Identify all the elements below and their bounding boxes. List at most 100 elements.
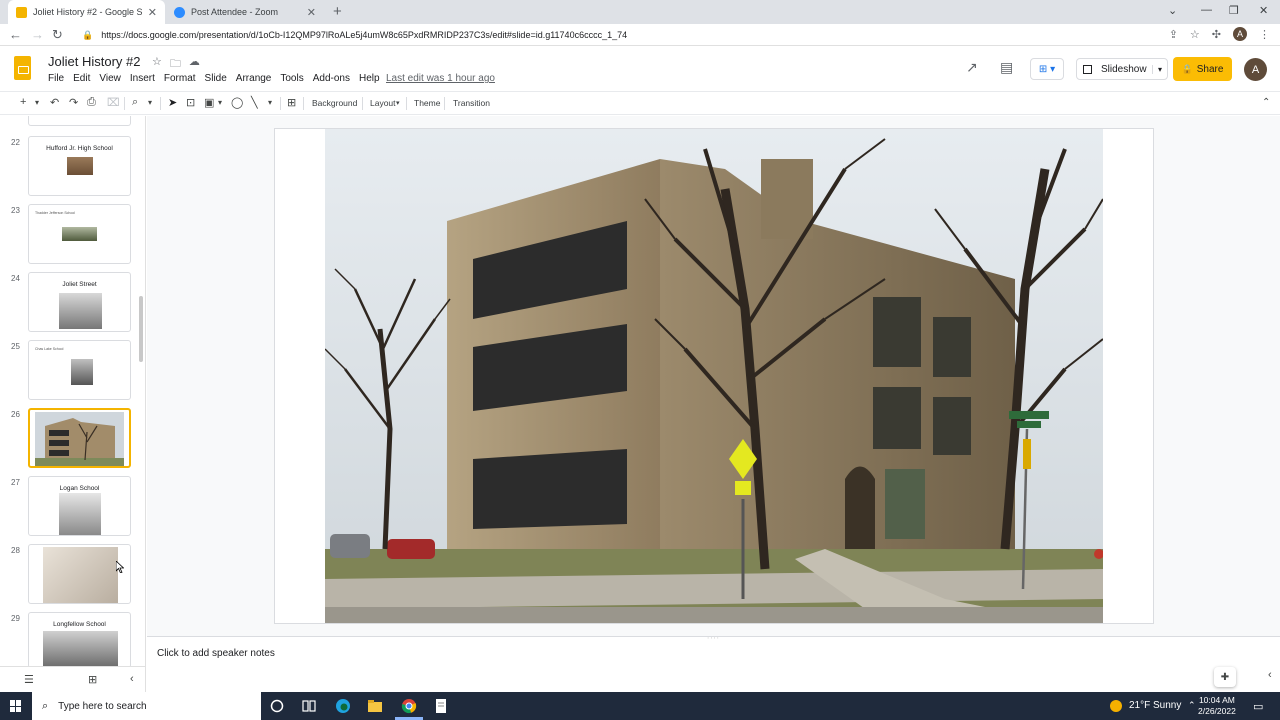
slideshow-dropdown-icon[interactable]: ▾ (1151, 64, 1167, 74)
forward-icon[interactable]: → (31, 27, 44, 42)
line-dropdown-icon[interactable]: ▾ (268, 98, 272, 107)
menu-tools[interactable]: Tools (280, 73, 303, 84)
profile-avatar[interactable]: A (1233, 27, 1247, 41)
slides-logo-icon[interactable] (14, 56, 31, 80)
layout-button[interactable]: Layout (370, 98, 396, 108)
menu-file[interactable]: File (48, 73, 64, 84)
menu-slide[interactable]: Slide (205, 73, 227, 84)
file-explorer-icon[interactable] (367, 698, 383, 714)
zoom-icon[interactable]: ⌕ (132, 96, 138, 109)
grid-view-icon[interactable]: ⊞ (88, 673, 97, 686)
share-page-icon[interactable]: ⇪ (1169, 28, 1178, 41)
browser-tab-zoom[interactable]: Post Attendee - Zoom ✕ (166, 0, 324, 24)
back-icon[interactable]: ← (9, 27, 22, 42)
slide-thumbnail[interactable]: Joliet Street (28, 272, 131, 332)
insert-image-icon[interactable]: ▣ (204, 96, 214, 109)
weather-text[interactable]: 21°F Sunny (1129, 700, 1181, 711)
notepad-icon[interactable] (433, 698, 449, 714)
transition-button[interactable]: Transition (453, 98, 490, 108)
reload-icon[interactable]: ↻ (52, 27, 63, 43)
image-dropdown-icon[interactable]: ▾ (218, 98, 222, 107)
account-avatar[interactable]: A (1244, 58, 1267, 81)
zoom-dropdown-icon[interactable]: ▾ (148, 98, 152, 107)
new-tab-icon[interactable]: + (333, 3, 342, 20)
slide-thumbnail[interactable]: Hufford Jr. High School (28, 136, 131, 196)
current-slide[interactable] (274, 128, 1154, 624)
redo-icon[interactable]: ↷ (69, 96, 78, 109)
task-view-icon[interactable] (301, 698, 317, 714)
slide-thumbnail[interactable]: Logan School (28, 476, 131, 536)
slide-thumbnail[interactable]: Thadder Jefferson School (28, 204, 131, 264)
minimize-icon[interactable]: — (1201, 4, 1212, 16)
comments-icon[interactable]: ▤ (1000, 59, 1013, 76)
cortana-icon[interactable] (269, 698, 285, 714)
notifications-icon[interactable]: ▭ (1253, 700, 1263, 713)
slide-image (59, 293, 102, 329)
speaker-notes-placeholder[interactable]: Click to add speaker notes (157, 648, 275, 659)
chrome-browser-icon[interactable] (401, 698, 417, 714)
select-cursor-icon[interactable]: ➤ (168, 96, 177, 109)
restore-icon[interactable]: ❐ (1229, 4, 1239, 17)
document-title[interactable]: Joliet History #2 (48, 54, 140, 69)
close-tab-icon[interactable]: ✕ (307, 6, 316, 19)
collapse-panel-chevron-icon[interactable]: ‹ (130, 673, 134, 685)
weather-sun-icon[interactable] (1110, 700, 1122, 712)
background-button[interactable]: Background (312, 98, 357, 108)
notes-resize-handle[interactable]: ∙∙∙∙ (707, 633, 720, 642)
text-box-icon[interactable]: ⊡ (186, 96, 195, 109)
share-button[interactable]: 🔒 Share (1173, 57, 1232, 81)
edge-browser-icon[interactable] (335, 698, 351, 714)
slide-thumbnail-selected[interactable] (28, 408, 131, 468)
theme-button[interactable]: Theme (414, 98, 440, 108)
share-label: Share (1196, 63, 1224, 75)
extensions-puzzle-icon[interactable]: ✣ (1212, 28, 1221, 41)
bookmark-star-icon[interactable]: ☆ (1190, 28, 1200, 41)
explore-button-icon[interactable]: ✚ (1214, 667, 1236, 687)
slide-thumbnail-partial[interactable] (28, 116, 131, 126)
filmstrip-view-icon[interactable]: ☰ (24, 673, 34, 686)
taskbar-search-box[interactable]: ⌕ Type here to search (32, 692, 261, 720)
side-panel-chevron-icon[interactable]: ‹ (1268, 669, 1272, 681)
close-window-icon[interactable]: ✕ (1259, 4, 1268, 17)
menu-edit[interactable]: Edit (73, 73, 90, 84)
browser-menu-icon[interactable]: ⋮ (1259, 28, 1270, 41)
menu-addons[interactable]: Add-ons (313, 73, 350, 84)
menu-help[interactable]: Help (359, 73, 380, 84)
menu-format[interactable]: Format (164, 73, 196, 84)
print-icon[interactable]: ⎙ (87, 96, 96, 109)
menu-insert[interactable]: Insert (130, 73, 155, 84)
omnibox[interactable]: 🔒 https://docs.google.com/presentation/d… (74, 26, 1214, 44)
activity-trend-icon[interactable]: ↗ (966, 59, 978, 76)
tray-chevron-icon[interactable]: ⌃ (1188, 700, 1196, 711)
collapse-menus-chevron-icon[interactable]: ⌃ (1262, 97, 1270, 108)
last-edit-link[interactable]: Last edit was 1 hour ago (386, 73, 495, 84)
layout-dropdown-icon[interactable]: ▾ (396, 99, 400, 107)
filmstrip-scrollbar[interactable] (139, 296, 143, 362)
slide-thumbnail[interactable]: Longfellow School (28, 612, 131, 666)
present-to-meeting-button[interactable]: ⊞ ▾ (1030, 58, 1064, 80)
move-folder-icon[interactable]: 🗀 (170, 55, 181, 74)
lock-icon: 🔒 (82, 29, 94, 40)
slideshow-button[interactable]: Slideshow ▾ (1076, 58, 1168, 80)
menu-view[interactable]: View (99, 73, 121, 84)
tab-search-chevron-icon[interactable]: ⌄ (1168, 4, 1177, 17)
taskbar-clock[interactable]: 10:04 AM 2/26/2022 (1198, 695, 1236, 717)
menu-arrange[interactable]: Arrange (236, 73, 272, 84)
undo-icon[interactable]: ↶ (50, 96, 59, 109)
slide-row-28: 28 (0, 544, 145, 606)
new-slide-icon[interactable]: + (20, 96, 26, 108)
cloud-status-icon[interactable]: ☁ (189, 55, 200, 74)
shape-icon[interactable]: ◯ (231, 96, 243, 109)
slide-image (62, 227, 97, 241)
new-slide-dropdown-icon[interactable]: ▾ (35, 98, 39, 107)
star-icon[interactable]: ☆ (152, 55, 162, 74)
browser-tab-slides[interactable]: Joliet History #2 - Google Slides ✕ (8, 0, 165, 24)
line-icon[interactable]: ╲ (251, 96, 258, 109)
add-comment-icon[interactable]: ⊞ (287, 96, 296, 109)
school-building-photo[interactable] (325, 129, 1103, 623)
windows-start-icon[interactable] (10, 700, 22, 712)
paint-format-icon[interactable]: ⌧ (107, 96, 120, 109)
close-tab-icon[interactable]: ✕ (148, 6, 157, 19)
slide-thumbnail[interactable]: Chas Lake School (28, 340, 131, 400)
slide-thumbnail[interactable] (28, 544, 131, 604)
